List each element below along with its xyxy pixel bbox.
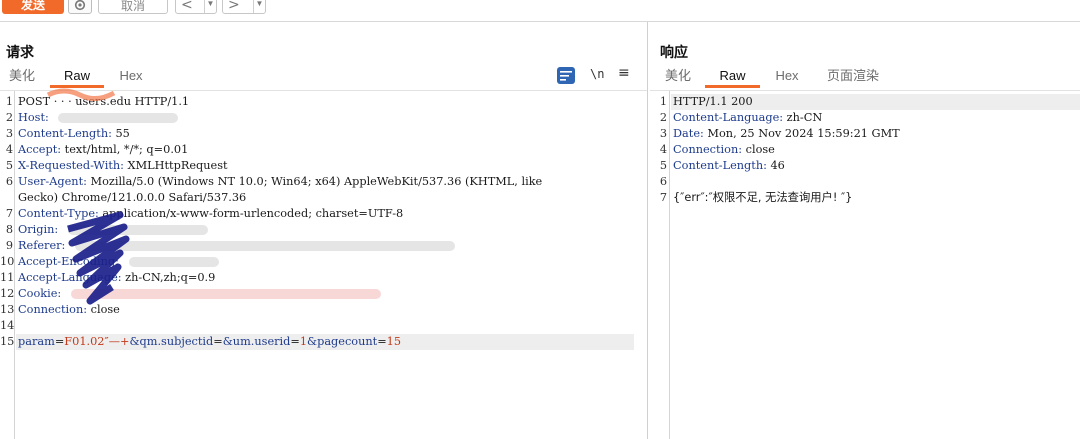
back-button[interactable]: < ▼ bbox=[175, 0, 217, 14]
response-line: 1 HTTP/1.1 200 bbox=[660, 94, 1080, 110]
response-editor[interactable]: 1 HTTP/1.1 200 2 Content-Language: zh-CN… bbox=[650, 90, 1080, 439]
chevron-left-icon: < bbox=[181, 0, 193, 13]
back-dropdown[interactable]: ▼ bbox=[204, 0, 216, 13]
newline-icon[interactable]: \n bbox=[590, 67, 604, 81]
response-line: 4 Connection: close bbox=[659, 143, 775, 156]
redacted-value bbox=[58, 113, 179, 123]
response-tab-pretty[interactable]: 美化 bbox=[662, 66, 694, 88]
wrap-icon[interactable] bbox=[557, 67, 575, 84]
send-button[interactable]: 发送 bbox=[2, 0, 64, 14]
request-body-line: 15 param=F01.02″—+&qm.subjectid=&um.user… bbox=[0, 334, 634, 350]
forward-dropdown[interactable]: ▼ bbox=[253, 0, 265, 13]
gear-icon bbox=[74, 0, 86, 11]
response-line: 6 bbox=[659, 175, 667, 188]
request-title: 请求 bbox=[6, 44, 34, 60]
request-line: 2 Host: bbox=[0, 110, 647, 126]
response-line: 2 Content-Language: zh-CN bbox=[659, 111, 823, 124]
redaction-scribble bbox=[46, 88, 116, 101]
request-line: 4 Accept: text/html, */*; q=0.01 bbox=[5, 143, 189, 156]
request-editor[interactable]: 1 POST · · · users.edu HTTP/1.1 2 Host: … bbox=[0, 88, 647, 439]
response-line: 5 Content-Length: 46 bbox=[659, 159, 785, 172]
request-tab-pretty[interactable]: 美化 bbox=[6, 66, 38, 88]
cancel-button[interactable]: 取消 bbox=[98, 0, 168, 14]
settings-button[interactable] bbox=[68, 0, 92, 14]
redacted-value bbox=[128, 257, 219, 267]
request-line: 6 User-Agent: Mozilla/5.0 (Windows NT 10… bbox=[5, 175, 543, 188]
response-tab-raw[interactable]: Raw bbox=[705, 66, 760, 88]
request-line-wrapped: Gecko) Chrome/121.0.0.0 Safari/537.36 bbox=[18, 191, 247, 204]
menu-icon[interactable]: ≡ bbox=[618, 65, 630, 81]
response-line: 7 {″err″:″权限不足, 无法查询用户! ″} bbox=[659, 191, 853, 204]
response-tab-render[interactable]: 页面渲染 bbox=[825, 66, 881, 88]
request-panel: 请求 美化 Raw Hex \n ≡ 1 POST · · · users.ed… bbox=[0, 22, 648, 439]
response-line: 3 Date: Mon, 25 Nov 2024 15:59:21 GMT bbox=[659, 127, 900, 140]
response-tab-hex[interactable]: Hex bbox=[771, 66, 803, 88]
request-line: 5 X-Requested-With: XMLHttpRequest bbox=[5, 159, 228, 172]
request-line: 3 Content-Length: 55 bbox=[5, 127, 130, 140]
forward-button[interactable]: > ▼ bbox=[222, 0, 266, 14]
response-title: 响应 bbox=[660, 44, 688, 60]
chevron-right-icon: > bbox=[228, 0, 240, 13]
redaction-scribble bbox=[67, 211, 130, 305]
response-panel: 响应 美化 Raw Hex 页面渲染 1 HTTP/1.1 200 2 Cont… bbox=[650, 22, 1080, 439]
toolbar: 发送 取消 < ▼ > ▼ bbox=[0, 0, 1080, 22]
